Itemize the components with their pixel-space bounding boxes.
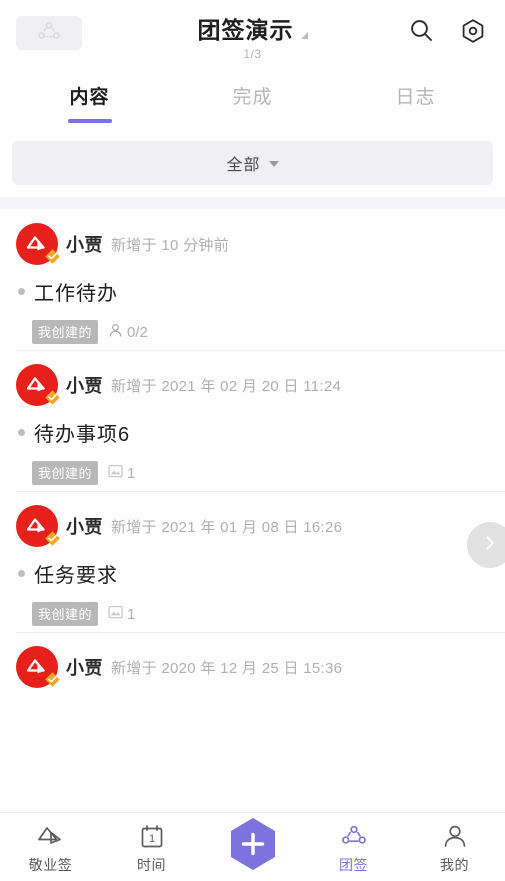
image-counter: 1 — [108, 605, 135, 623]
list-item-author: 小贾 — [66, 658, 103, 678]
hex-settings-icon — [460, 18, 486, 49]
filter-label: 全部 — [226, 157, 261, 174]
list-item-header: 小贾 新增于 2021 年 02 月 20 日 11:24 — [16, 364, 489, 406]
tab-log[interactable]: 日志 — [334, 78, 497, 133]
tab-content[interactable]: 内容 — [8, 78, 171, 133]
app-root: 团签演示 1/3 内容 完成 日志 全部 小贾 新增于 10 分钟前 工作待办 … — [0, 0, 505, 881]
image-icon — [108, 464, 123, 482]
list-item-title-row: 任务要求 — [18, 559, 489, 588]
image-count-value: 1 — [127, 605, 136, 623]
nav-item-time-label: 时间 — [137, 857, 166, 873]
search-button[interactable] — [407, 19, 435, 47]
create-button[interactable] — [227, 816, 279, 877]
image-counter: 1 — [108, 464, 135, 482]
tab-bar: 内容 完成 日志 — [0, 78, 505, 133]
nav-item-time[interactable]: 1 时间 — [101, 822, 202, 875]
list-item-timestamp: 新增于 2020 年 12 月 25 日 15:36 — [111, 659, 343, 677]
avatar — [16, 364, 61, 406]
plus-icon — [227, 816, 279, 877]
list-item[interactable]: 小贾 新增于 2020 年 12 月 25 日 15:36 — [0, 632, 505, 694]
group-icon — [340, 822, 368, 850]
person-icon — [108, 323, 123, 342]
person-icon — [442, 822, 468, 850]
chevron-down-icon — [300, 32, 308, 39]
bullet-icon — [18, 288, 25, 295]
list-item-header: 小贾 新增于 2021 年 01 月 08 日 16:26 — [16, 505, 489, 547]
list-item-meta: 我创建的 0/2 — [32, 320, 489, 344]
list-item[interactable]: 小贾 新增于 2021 年 02 月 20 日 11:24 待办事项6 我创建的… — [0, 350, 505, 568]
nav-item-notes-label: 敬业签 — [28, 857, 73, 873]
tab-completed[interactable]: 完成 — [171, 78, 334, 133]
tab-inactive-indicator — [231, 119, 275, 123]
tab-inactive-indicator — [394, 119, 438, 123]
status-badge: 我创建的 — [32, 320, 99, 344]
group-chip-button[interactable] — [16, 16, 82, 50]
verified-badge-icon — [44, 248, 61, 265]
bullet-icon — [18, 570, 25, 577]
tab-log-label: 日志 — [395, 87, 436, 108]
bullet-icon — [18, 429, 25, 436]
list-item-title: 工作待办 — [34, 283, 118, 305]
header-actions — [407, 18, 487, 49]
group-title-dropdown[interactable]: 团签演示 — [198, 17, 308, 44]
svg-text:1: 1 — [148, 833, 154, 845]
nav-item-group-label: 团签 — [339, 857, 368, 873]
nav-item-group[interactable]: 团签 — [303, 822, 404, 875]
list-item-timestamp: 新增于 2021 年 02 月 20 日 11:24 — [111, 377, 342, 395]
image-count-value: 1 — [127, 464, 136, 482]
group-icon — [36, 20, 62, 47]
list-item-title-row: 待办事项6 — [18, 418, 489, 447]
list-item-timestamp: 新增于 2021 年 01 月 08 日 16:26 — [111, 518, 343, 536]
avatar — [16, 505, 61, 547]
note-icon — [36, 822, 66, 850]
list-item-title-row: 工作待办 — [18, 277, 489, 306]
avatar — [16, 646, 61, 688]
list-item-title: 任务要求 — [34, 565, 118, 587]
nav-item-profile-label: 我的 — [440, 857, 469, 873]
member-count-value: 0/2 — [127, 323, 148, 341]
filter-dropdown[interactable]: 全部 — [12, 141, 493, 185]
note-list[interactable]: 小贾 新增于 10 分钟前 工作待办 我创建的 0/2 小贾 新增于 2021 … — [0, 209, 505, 843]
member-counter: 0/2 — [108, 323, 148, 342]
nav-item-notes[interactable]: 敬业签 — [0, 822, 101, 875]
bottom-navigation: 敬业签 1 时间 团签 我的 — [0, 812, 505, 881]
status-badge: 我创建的 — [32, 461, 99, 485]
nav-center-slot — [202, 816, 303, 877]
status-badge: 我创建的 — [32, 602, 99, 626]
tab-active-indicator — [67, 119, 112, 123]
filter-zone: 全部 — [0, 133, 505, 197]
page-title: 团签演示 — [197, 17, 294, 43]
section-divider — [0, 197, 505, 209]
list-item-author: 小贾 — [66, 235, 103, 255]
list-item-header: 小贾 新增于 10 分钟前 — [16, 223, 489, 265]
search-icon — [409, 18, 434, 48]
image-icon — [108, 605, 123, 623]
verified-badge-icon — [44, 671, 61, 688]
list-item-header: 小贾 新增于 2020 年 12 月 25 日 15:36 — [16, 646, 489, 688]
verified-badge-icon — [44, 389, 61, 406]
list-item-timestamp: 新增于 10 分钟前 — [111, 236, 230, 254]
settings-button[interactable] — [459, 18, 487, 49]
avatar — [16, 223, 61, 265]
chevron-down-icon — [268, 161, 279, 167]
verified-badge-icon — [44, 530, 61, 547]
list-item-meta: 我创建的 1 — [32, 461, 489, 485]
list-item[interactable]: 小贾 新增于 2021 年 01 月 08 日 16:26 任务要求 我创建的 … — [0, 491, 505, 632]
list-item-title: 待办事项6 — [34, 424, 131, 446]
list-item[interactable]: 小贾 新增于 10 分钟前 工作待办 我创建的 0/2 — [0, 209, 505, 350]
list-item-author: 小贾 — [66, 517, 103, 537]
tab-completed-label: 完成 — [232, 87, 273, 108]
nav-item-profile[interactable]: 我的 — [404, 822, 505, 875]
app-header: 团签演示 1/3 — [0, 0, 505, 78]
tab-content-label: 内容 — [69, 87, 110, 108]
calendar-icon: 1 — [140, 822, 164, 850]
list-item-meta: 我创建的 1 — [32, 602, 489, 626]
list-item-author: 小贾 — [66, 376, 103, 396]
